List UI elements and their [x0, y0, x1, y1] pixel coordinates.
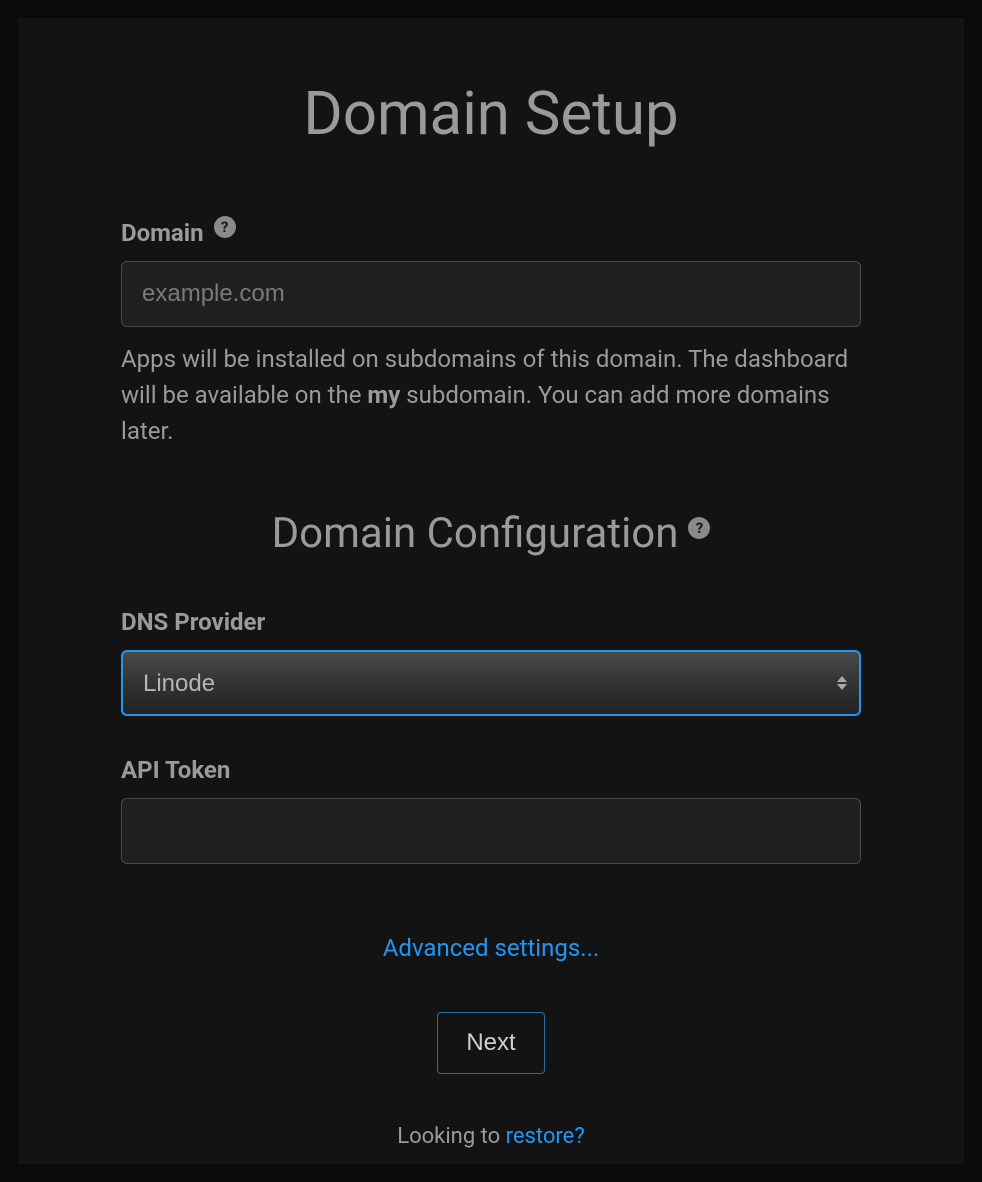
- domain-label: Domain: [121, 219, 204, 247]
- setup-panel: Domain Setup Domain ? Apps will be insta…: [18, 18, 964, 1164]
- dns-label-row: DNS Provider: [121, 608, 861, 636]
- next-button[interactable]: Next: [437, 1012, 544, 1074]
- dns-provider-select[interactable]: Linode: [121, 650, 861, 716]
- dns-field-group: DNS Provider Linode: [121, 608, 861, 716]
- api-token-label: API Token: [121, 756, 230, 784]
- restore-link[interactable]: restore?: [506, 1124, 585, 1149]
- form-container: Domain ? Apps will be installed on subdo…: [121, 219, 861, 1149]
- domain-label-row: Domain ?: [121, 219, 861, 247]
- advanced-settings-link[interactable]: Advanced settings...: [121, 934, 861, 962]
- domain-input[interactable]: [121, 261, 861, 327]
- help-bold: my: [367, 381, 400, 409]
- api-label-row: API Token: [121, 756, 861, 784]
- footer-text: Looking to restore?: [121, 1124, 861, 1149]
- api-token-input[interactable]: [121, 798, 861, 864]
- help-icon[interactable]: ?: [688, 517, 710, 539]
- dns-select-wrapper: Linode: [121, 650, 861, 716]
- footer-prefix: Looking to: [397, 1124, 505, 1149]
- config-heading-row: Domain Configuration ?: [121, 509, 861, 558]
- domain-help-text: Apps will be installed on subdomains of …: [121, 341, 861, 449]
- api-field-group: API Token: [121, 756, 861, 864]
- help-icon[interactable]: ?: [214, 216, 236, 238]
- page-title: Domain Setup: [18, 78, 964, 149]
- config-heading: Domain Configuration: [272, 509, 679, 558]
- dns-provider-label: DNS Provider: [121, 608, 265, 636]
- domain-field-group: Domain ? Apps will be installed on subdo…: [121, 219, 861, 449]
